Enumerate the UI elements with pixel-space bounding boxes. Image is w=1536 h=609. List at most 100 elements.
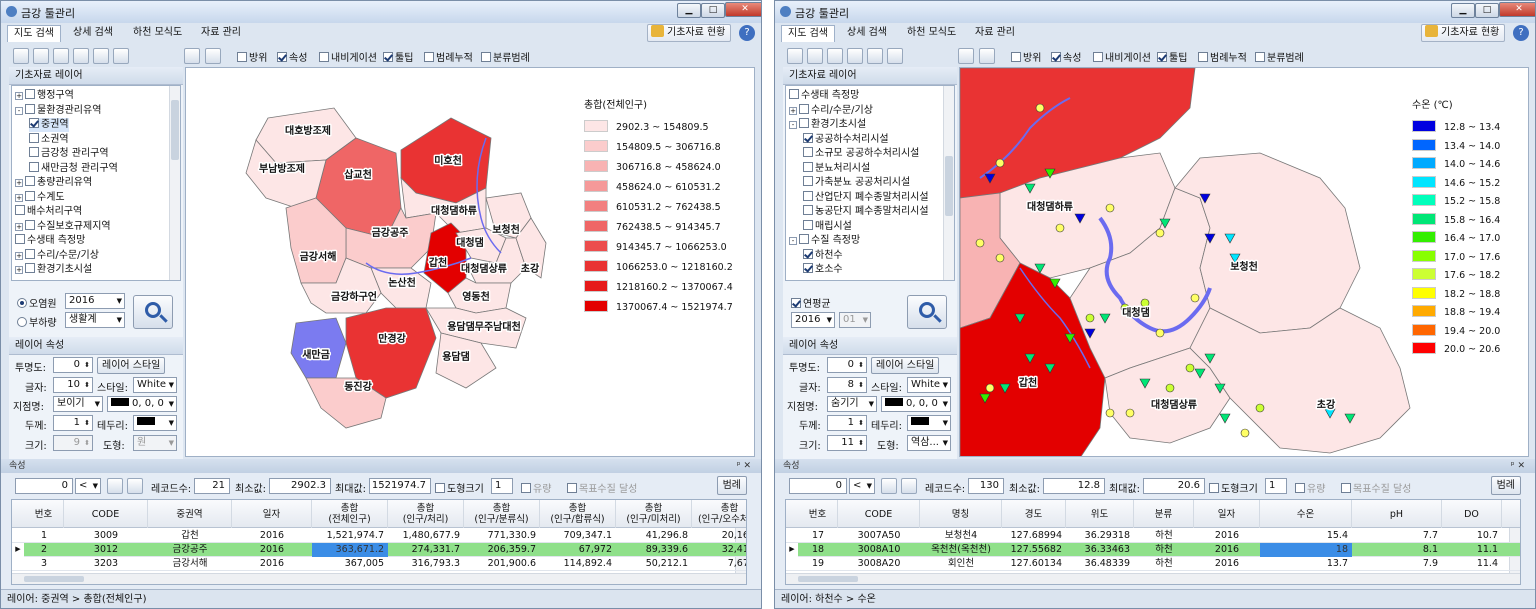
- checkbox[interactable]: [25, 263, 35, 273]
- checkbox[interactable]: [803, 161, 813, 172]
- table-cell[interactable]: 18: [1260, 543, 1352, 557]
- text-size-spinner[interactable]: 8 ⬍: [827, 377, 867, 393]
- column-header[interactable]: 번호: [24, 500, 64, 528]
- check-navigation[interactable]: 내비게이션: [319, 49, 377, 64]
- checkbox[interactable]: [803, 205, 813, 215]
- tree-item[interactable]: 호소수: [803, 263, 843, 277]
- search-button[interactable]: [133, 295, 173, 329]
- table-cell[interactable]: 206,359.7: [464, 543, 540, 557]
- opacity-spinner[interactable]: 0 ⬍: [827, 357, 867, 373]
- table-cell[interactable]: 11.4: [1442, 557, 1502, 571]
- table-cell[interactable]: 1: [24, 529, 64, 543]
- column-header[interactable]: 일자: [1194, 500, 1260, 528]
- tree-item[interactable]: + 총량관리유역: [15, 176, 92, 190]
- tree-item[interactable]: - 환경기초시설: [789, 118, 866, 132]
- maximize-button[interactable]: □: [701, 3, 725, 18]
- checkbox[interactable]: [25, 103, 35, 114]
- tab-map-search[interactable]: 지도 검색: [7, 25, 61, 42]
- attribute-table[interactable]: 번호 CODE 중권역 일자 총합 (전체인구) 총합 (인구/처리) 총합 (인구/분류식…: [11, 499, 747, 585]
- table-row[interactable]: 1 3009 갑천 2016 1,521,974.7 1,480,677.9 771,330…: [12, 529, 746, 543]
- checkbox[interactable]: [803, 248, 813, 259]
- table-cell[interactable]: 11.1: [1442, 543, 1502, 557]
- spinner-icon[interactable]: ⬍: [84, 378, 90, 392]
- check-legend-accumulate[interactable]: 범례누적: [424, 49, 473, 64]
- checkbox[interactable]: [803, 132, 813, 143]
- column-header[interactable]: CODE: [838, 500, 920, 528]
- column-header[interactable]: 위도: [1066, 500, 1134, 528]
- shape-size-check[interactable]: 도형크기: [435, 480, 484, 498]
- column-header[interactable]: 분류: [1134, 500, 1194, 528]
- checkbox[interactable]: [481, 52, 491, 62]
- border-color-select[interactable]: ▼: [133, 415, 177, 431]
- expander-icon[interactable]: +: [15, 179, 23, 187]
- table-cell[interactable]: 50,212.1: [616, 557, 692, 571]
- checkbox[interactable]: [1209, 483, 1219, 493]
- table-row[interactable]: 17 3007A50 보청천4 127.68994 36.29318 하천 2016 15.4…: [786, 529, 1520, 543]
- expander-icon[interactable]: +: [15, 92, 23, 100]
- table-cell[interactable]: 201,900.6: [464, 557, 540, 571]
- layer-style-button[interactable]: 레이어 스타일: [97, 357, 166, 374]
- checkbox[interactable]: [1157, 52, 1167, 62]
- table-cell[interactable]: 2016: [232, 557, 312, 571]
- size-spinner[interactable]: 11 ⬍: [827, 435, 867, 451]
- tab-detail-search[interactable]: 상세 검색: [67, 25, 119, 42]
- category-select[interactable]: 생활계 ▼: [65, 312, 125, 328]
- radio-pollution-source[interactable]: 오염원: [17, 295, 57, 310]
- zoom-in-icon[interactable]: [13, 48, 29, 64]
- binoculars-icon[interactable]: [205, 48, 221, 64]
- tree-item[interactable]: 분뇨처리시설: [803, 161, 870, 176]
- column-header[interactable]: DO: [1442, 500, 1502, 528]
- checkbox[interactable]: [29, 118, 39, 128]
- checkbox[interactable]: [567, 483, 577, 493]
- column-header[interactable]: pH: [1352, 500, 1442, 528]
- scroll-thumb[interactable]: [798, 576, 858, 582]
- checkbox[interactable]: [1295, 483, 1305, 493]
- table-cell[interactable]: 8.1: [1352, 543, 1442, 557]
- check-legend-accumulate[interactable]: 범례누적: [1198, 49, 1247, 64]
- table-row[interactable]: 3 3203 금강서해 2016 367,005 316,793.3 201,900.6 11…: [12, 557, 746, 571]
- print-icon[interactable]: [113, 48, 129, 64]
- tree-item[interactable]: 중권역: [29, 118, 69, 132]
- binoculars-icon[interactable]: [979, 48, 995, 64]
- column-header[interactable]: 총합 (인구/오수처리): [692, 500, 746, 528]
- table-cell[interactable]: 274,331.7: [388, 543, 464, 557]
- map-view[interactable]: 대호방조제 삽교천 미호천 부남방조제 대청댐하류 보청천 금강공주 대청댐 갑천 대청댐상류 초강…: [185, 67, 755, 457]
- flow-check[interactable]: 유량: [521, 480, 551, 498]
- tab-data-management[interactable]: 자료 관리: [969, 25, 1021, 42]
- year-select[interactable]: 2016 ▼: [791, 312, 835, 328]
- year-select[interactable]: 2016 ▼: [65, 293, 125, 309]
- table-cell[interactable]: 89,339.6: [616, 543, 692, 557]
- column-header[interactable]: 총합 (전체인구): [312, 500, 388, 528]
- column-header[interactable]: 중권역: [148, 500, 232, 528]
- table-cell[interactable]: 127.68994: [1002, 529, 1066, 543]
- checkbox[interactable]: [319, 52, 329, 62]
- checkbox[interactable]: [29, 161, 39, 172]
- table-cell[interactable]: 709,347.1: [540, 529, 616, 543]
- style-select[interactable]: White ▼: [907, 377, 951, 393]
- minimize-button[interactable]: ▁: [1451, 3, 1475, 18]
- checkbox[interactable]: [799, 103, 809, 114]
- table-hscroll[interactable]: [12, 573, 746, 584]
- column-header[interactable]: 총합 (인구/미처리): [616, 500, 692, 528]
- table-cell[interactable]: 36.29318: [1066, 529, 1134, 543]
- expander-icon[interactable]: +: [15, 266, 23, 274]
- image-export-icon[interactable]: [93, 48, 109, 64]
- checkbox[interactable]: [25, 190, 35, 201]
- table-cell[interactable]: 금강서해: [148, 557, 232, 571]
- table-cell[interactable]: 하천: [1134, 529, 1194, 543]
- image-export-icon[interactable]: [867, 48, 883, 64]
- checkbox[interactable]: [789, 89, 799, 99]
- tab-detail-search[interactable]: 상세 검색: [841, 25, 893, 42]
- check-compass[interactable]: 방위: [237, 49, 267, 64]
- table-cell[interactable]: 3012: [64, 543, 148, 557]
- month-select[interactable]: 01 ▼: [839, 312, 871, 328]
- color-select[interactable]: 0, 0, 0 ▼: [881, 396, 951, 412]
- column-header[interactable]: 총합 (인구/처리): [388, 500, 464, 528]
- column-header[interactable]: 번호: [798, 500, 838, 528]
- tree-item[interactable]: 하천수: [803, 248, 843, 263]
- reference-data-button[interactable]: 기초자료 현황: [647, 24, 732, 42]
- save-icon[interactable]: [53, 48, 69, 64]
- table-cell[interactable]: 18: [798, 543, 838, 557]
- check-navigation[interactable]: 내비게이션: [1093, 49, 1151, 64]
- checkbox[interactable]: [25, 89, 35, 99]
